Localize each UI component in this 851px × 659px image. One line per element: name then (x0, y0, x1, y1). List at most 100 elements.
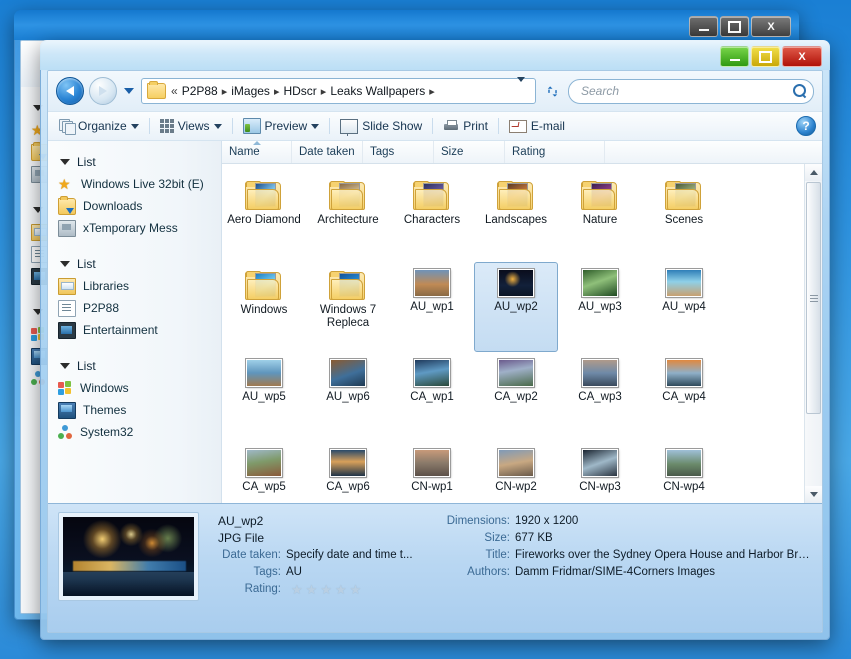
slideshow-button[interactable]: Slide Show (335, 115, 427, 137)
window-titlebar[interactable]: X (40, 40, 830, 70)
sidebar-item-system32[interactable]: System32 (48, 421, 221, 443)
file-item[interactable]: CA_wp3 (558, 352, 642, 442)
sidebar-item-windows-live-32bit-e[interactable]: ★ Windows Live 32bit (E) (48, 173, 221, 195)
sidebar-item-p2p88[interactable]: P2P88 (48, 297, 221, 319)
file-item[interactable]: CA_wp4 (642, 352, 726, 442)
folder-item[interactable]: Scenes (642, 172, 726, 262)
chevron-right-icon[interactable]: ▸ (427, 85, 437, 98)
back-button[interactable] (56, 77, 84, 105)
rating-star[interactable]: ★ (306, 583, 318, 596)
rating-star[interactable]: ★ (335, 583, 347, 596)
background-close-button[interactable]: X (751, 16, 791, 37)
background-minimize-button[interactable] (689, 16, 718, 37)
organize-button[interactable]: Organize (54, 115, 144, 137)
breadcrumb-item-3[interactable]: Leaks Wallpapers (328, 84, 427, 98)
file-item[interactable]: AU_wp3 (558, 262, 642, 352)
maximize-button[interactable] (751, 46, 780, 67)
file-item[interactable]: AU_wp6 (306, 352, 390, 442)
folder-item[interactable]: Architecture (306, 172, 390, 262)
forward-button[interactable] (89, 77, 117, 105)
column-header-rating[interactable]: Rating (505, 141, 605, 163)
image-thumbnail (413, 358, 451, 388)
sidebar-item-entertainment[interactable]: Entertainment (48, 319, 221, 341)
folder-item[interactable]: Characters (390, 172, 474, 262)
details-dimensions-value[interactable]: 1920 x 1200 (515, 514, 812, 529)
breadcrumb-overflow[interactable]: « (169, 84, 180, 98)
search-box[interactable] (568, 78, 814, 104)
sidebar-group-header-1[interactable]: List (48, 151, 221, 173)
scroll-down-button[interactable] (805, 486, 822, 503)
file-item[interactable]: CN-wp3 (558, 442, 642, 503)
file-item[interactable]: CA_wp2 (474, 352, 558, 442)
background-maximize-button[interactable] (720, 16, 749, 37)
details-date-taken-value[interactable]: Specify date and time t... (286, 548, 428, 563)
scrollbar-thumb[interactable] (806, 182, 821, 414)
breadcrumb-item-0[interactable]: P2P88 (180, 84, 220, 98)
chevron-right-icon[interactable]: ▸ (272, 85, 282, 98)
rating-stars[interactable]: ★ ★ ★ ★ ★ (286, 582, 361, 597)
column-header-size[interactable]: Size (434, 141, 505, 163)
breadcrumb[interactable]: « P2P88 ▸ iMages ▸ HDscr ▸ Leaks Wallpap… (141, 77, 536, 104)
thumbnail-image (583, 360, 617, 386)
sidebar-group-header-2[interactable]: List (48, 253, 221, 275)
scroll-up-button[interactable] (805, 164, 822, 181)
sidebar-item-xtemporary-mess[interactable]: xTemporary Mess (48, 217, 221, 239)
sidebar-item-themes[interactable]: Themes (48, 399, 221, 421)
folder-item[interactable]: Landscapes (474, 172, 558, 262)
explorer-window[interactable]: X « P2P88 ▸ iMages ▸ HDscr ▸ Leaks Wallp… (40, 40, 830, 640)
rating-star[interactable]: ★ (350, 583, 362, 596)
file-item[interactable]: CA_wp1 (390, 352, 474, 442)
folder-item[interactable]: Windows 7 Repleca (306, 262, 390, 352)
views-button[interactable]: Views (155, 115, 227, 137)
breadcrumb-item-2[interactable]: HDscr (281, 84, 318, 98)
sidebar-group-header-3[interactable]: List (48, 355, 221, 377)
recent-pages-dropdown[interactable] (122, 88, 136, 94)
file-item[interactable]: CN-wp1 (390, 442, 474, 503)
chevron-right-icon[interactable]: ▸ (319, 85, 329, 98)
search-input[interactable] (579, 83, 793, 99)
background-window-titlebar[interactable]: X (14, 10, 799, 40)
folder-item[interactable]: Nature (558, 172, 642, 262)
rating-star[interactable]: ★ (320, 583, 332, 596)
details-title-value[interactable]: Fireworks over the Sydney Opera House an… (515, 548, 812, 563)
file-item[interactable]: AU_wp5 (222, 352, 306, 442)
column-header-tags[interactable]: Tags (363, 141, 434, 163)
file-grid[interactable]: Aero Diamond Architecture Characters Landsc… (222, 164, 804, 503)
preview-button[interactable]: Preview (238, 115, 325, 137)
preview-thumbnail[interactable] (58, 512, 199, 601)
file-item[interactable]: AU_wp1 (390, 262, 474, 352)
folder-item[interactable]: Windows (222, 262, 306, 352)
details-tags-value[interactable]: AU (286, 565, 428, 580)
details-size-value[interactable]: 677 KB (515, 531, 812, 546)
column-header-name[interactable]: Name (222, 141, 292, 163)
file-item[interactable]: CA_wp6 (306, 442, 390, 503)
close-button[interactable]: X (782, 46, 822, 67)
file-grid-wrapper: Aero Diamond Architecture Characters Landsc… (222, 164, 822, 503)
file-item[interactable]: AU_wp2 (474, 262, 558, 352)
file-item[interactable]: AU_wp4 (642, 262, 726, 352)
libraries-icon (58, 277, 76, 295)
film-icon (58, 321, 76, 339)
file-item[interactable]: CN-wp2 (474, 442, 558, 503)
vertical-scrollbar[interactable] (804, 164, 822, 503)
rating-star[interactable]: ★ (291, 583, 303, 596)
minimize-button[interactable] (720, 46, 749, 67)
file-item[interactable]: CN-wp4 (642, 442, 726, 503)
details-authors-value[interactable]: Damm Fridmar/SIME-4Corners Images (515, 565, 812, 580)
sidebar-item-downloads[interactable]: Downloads (48, 195, 221, 217)
sidebar-item-libraries[interactable]: Libraries (48, 275, 221, 297)
sidebar-item-windows[interactable]: Windows (48, 377, 221, 399)
chevron-right-icon[interactable]: ▸ (220, 85, 230, 98)
breadcrumb-item-1[interactable]: iMages (229, 84, 272, 98)
breadcrumb-history-dropdown[interactable] (515, 77, 531, 100)
email-button[interactable]: E-mail (504, 115, 570, 137)
refresh-button[interactable] (541, 80, 563, 102)
sidebar-group-label: List (77, 257, 96, 271)
file-item[interactable]: CA_wp5 (222, 442, 306, 503)
help-button[interactable]: ? (796, 116, 816, 136)
column-header-date-taken[interactable]: Date taken (292, 141, 363, 163)
arrow-left-icon (66, 86, 74, 96)
print-button[interactable]: Print (438, 115, 493, 137)
folder-item[interactable]: Aero Diamond (222, 172, 306, 262)
chevron-down-icon (60, 363, 70, 369)
